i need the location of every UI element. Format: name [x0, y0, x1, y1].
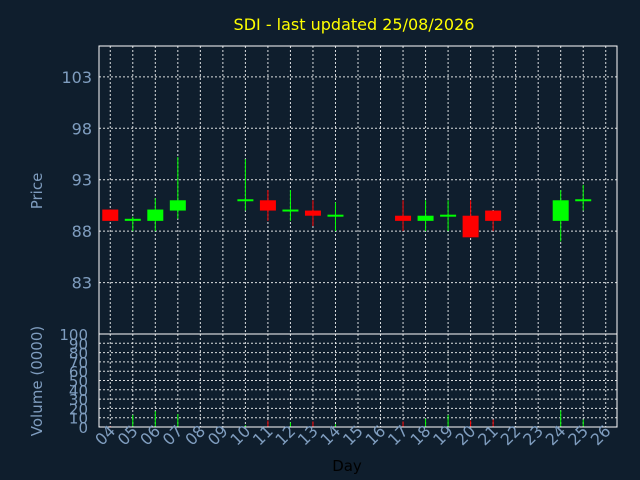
candle-25	[575, 184, 592, 211]
stock-chart: SDI - last updated 25/08/2026 83 88 93 98 10…	[28, 15, 618, 475]
candle-19	[440, 200, 457, 232]
price-tick-label: 88	[72, 222, 92, 241]
x-axis-ticks: 0405060708091011121314151617181920212223…	[91, 421, 614, 449]
price-panel: 83 88 93 98 103 Price	[28, 45, 618, 335]
candle-10	[237, 159, 254, 211]
candle-body	[259, 200, 276, 211]
candle-05	[124, 216, 141, 232]
candle-06	[147, 198, 164, 232]
price-tick-label: 103	[61, 68, 92, 87]
chart-title: SDI - last updated 25/08/2026	[234, 15, 475, 34]
candle-14	[327, 202, 344, 232]
candle-body	[485, 210, 502, 221]
candle-body	[124, 218, 141, 221]
candlesticks	[102, 157, 592, 242]
candle-13	[304, 200, 321, 226]
candle-body	[552, 200, 569, 221]
candle-07	[169, 157, 186, 219]
candle-body	[237, 199, 254, 202]
candle-24	[552, 190, 569, 242]
candle-21	[485, 210, 502, 232]
candle-body	[440, 214, 457, 217]
candle-04	[102, 209, 119, 221]
price-y-ticks: 83 88 93 98 103	[61, 68, 92, 293]
price-tick-label: 83	[72, 274, 92, 293]
candle-11	[259, 190, 276, 221]
candle-body	[147, 209, 164, 221]
volume-axis-label: Volume (0000)	[28, 326, 46, 436]
volume-grid	[99, 334, 617, 427]
candle-body	[169, 200, 186, 211]
candle-18	[417, 200, 434, 232]
candle-body	[102, 209, 119, 221]
price-tick-label: 98	[72, 119, 92, 138]
candle-body	[462, 215, 479, 238]
candle-body	[575, 199, 592, 202]
candle-body	[417, 215, 434, 221]
volume-tick-label: 100	[59, 326, 88, 344]
candle-17	[395, 200, 412, 232]
candle-20	[462, 200, 479, 238]
price-grid	[99, 46, 617, 334]
price-axis-label: Price	[28, 173, 46, 210]
candle-12	[282, 190, 299, 221]
x-tick-label: 26	[587, 421, 615, 449]
candle-body	[282, 209, 299, 212]
volume-panel: 0102030405060708090100 Volume (0000)	[28, 326, 618, 437]
candle-body	[395, 215, 412, 221]
price-tick-label: 93	[72, 171, 92, 190]
x-axis-label: Day	[332, 457, 362, 475]
volume-y-ticks: 0102030405060708090100	[59, 326, 88, 437]
candle-body	[327, 214, 344, 217]
candle-body	[304, 210, 321, 216]
